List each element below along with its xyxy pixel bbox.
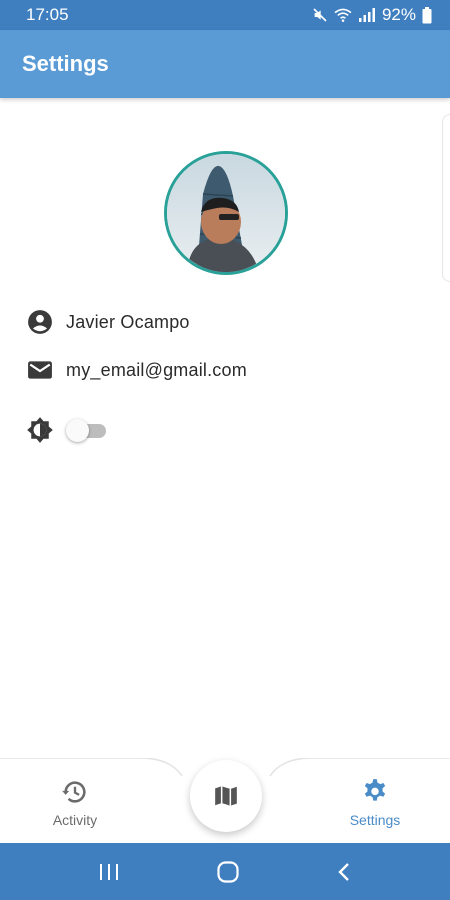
- gear-icon: [364, 779, 386, 801]
- mail-icon: [26, 356, 54, 384]
- profile-name: Javier Ocampo: [66, 311, 190, 332]
- avatar-image: [167, 154, 285, 272]
- nav-label-settings: Settings: [349, 812, 401, 828]
- brightness-icon: [26, 416, 54, 444]
- map-fab-button[interactable]: [190, 760, 262, 832]
- dark-mode-toggle[interactable]: [66, 418, 108, 442]
- status-icons: [312, 7, 376, 23]
- system-nav-bar: [0, 843, 450, 900]
- nav-item-activity[interactable]: Activity: [25, 778, 125, 828]
- mute-icon: [313, 8, 327, 22]
- account-circle-icon: [26, 308, 54, 336]
- theme-row: [26, 416, 108, 444]
- nav-item-settings[interactable]: Settings: [325, 778, 425, 828]
- wifi-icon: [334, 8, 352, 22]
- status-bar: 17:05 92%: [0, 0, 450, 30]
- status-right: 92%: [312, 5, 432, 25]
- profile-name-row: Javier Ocampo: [26, 308, 190, 336]
- home-icon[interactable]: [216, 860, 240, 884]
- toggle-thumb: [66, 419, 89, 442]
- scroll-edge-indicator: [442, 114, 450, 282]
- profile-email-row: my_email@gmail.com: [26, 356, 247, 384]
- avatar[interactable]: [164, 151, 288, 275]
- back-icon[interactable]: [336, 862, 352, 882]
- history-icon: [62, 781, 86, 803]
- battery-icon: [422, 6, 432, 23]
- page-title: Settings: [22, 51, 109, 76]
- battery-percent: 92%: [381, 5, 416, 24]
- map-icon: [215, 786, 237, 806]
- profile-email: my_email@gmail.com: [66, 359, 247, 380]
- status-time: 17:05: [26, 5, 69, 24]
- app-bar: Settings: [0, 30, 450, 98]
- nav-label-activity: Activity: [52, 812, 98, 828]
- recent-apps-icon[interactable]: [98, 863, 120, 881]
- signal-icon: [358, 8, 375, 22]
